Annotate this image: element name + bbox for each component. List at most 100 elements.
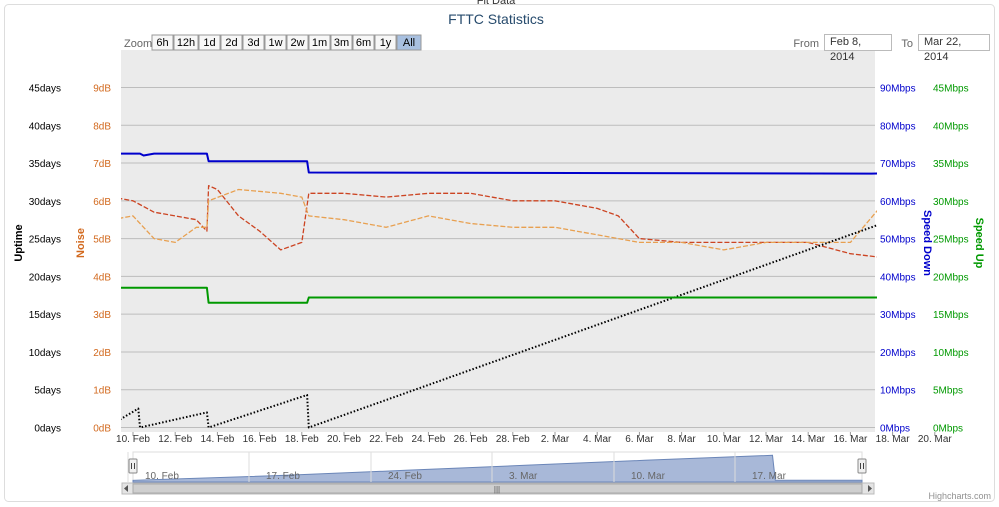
noise-tick-label: 3dB	[93, 310, 111, 321]
speed_down-tick-label: 90Mbps	[880, 84, 916, 95]
zoom-button-6h[interactable]: 6h	[151, 34, 174, 51]
uptime-tick-label: 20days	[29, 272, 61, 283]
uptime-tick-label: 10days	[29, 348, 61, 359]
zoom-button-2d[interactable]: 2d	[220, 34, 243, 51]
speed_up-tick-label: 0Mbps	[933, 424, 963, 435]
speed_down-tick-label: 50Mbps	[880, 235, 916, 246]
zoom-button-label[interactable]: 1d	[203, 37, 215, 49]
uptime-tick-label: 5days	[34, 386, 61, 397]
speed_down-tick-label: 70Mbps	[880, 159, 916, 170]
x-tick-label: 12. Mar	[749, 434, 784, 445]
noise-axis-title: Noise	[75, 228, 87, 258]
zoom-button-1m[interactable]: 1m	[308, 34, 331, 51]
credits-link[interactable]: Highcharts.com	[928, 491, 991, 501]
zoom-button-1y[interactable]: 1y	[374, 34, 397, 51]
zoom-button-label[interactable]: 6m	[356, 37, 371, 49]
x-tick-label: 6. Mar	[625, 434, 654, 445]
speed-up-axis-title: Speed Up	[973, 218, 985, 269]
zoom-label: Zoom	[124, 38, 152, 50]
chart-title: FTTC Statistics	[448, 11, 544, 27]
zoom-button-12h[interactable]: 12h	[173, 34, 199, 51]
noise-tick-label: 2dB	[93, 348, 111, 359]
chart-container: Fit Data FTTC Statistics 0days 5days 10days 1…	[0, 0, 999, 507]
uptime-tick-label: 0days	[34, 424, 61, 435]
zoom-button-2w[interactable]: 2w	[286, 34, 309, 51]
x-tick-label: 8. Mar	[667, 434, 696, 445]
zoom-button-3d[interactable]: 3d	[242, 34, 265, 51]
fttc-chart: Fit Data FTTC Statistics 0days 5days 10days 1…	[4, 0, 995, 502]
zoom-button-1d[interactable]: 1d	[198, 34, 221, 51]
noise-tick-label: 5dB	[93, 235, 111, 246]
x-tick-label: 16. Mar	[833, 434, 868, 445]
x-tick-label: 18. Feb	[285, 434, 319, 445]
zoom-button-label[interactable]: 6h	[156, 37, 168, 49]
x-tick-label: 24. Feb	[411, 434, 445, 445]
x-tick-label: 4. Mar	[583, 434, 612, 445]
zoom-button-label[interactable]: 1w	[268, 37, 282, 49]
x-tick-label: 28. Feb	[496, 434, 530, 445]
speed_up-tick-label: 30Mbps	[933, 197, 969, 208]
speed_down-tick-label: 80Mbps	[880, 121, 916, 132]
handle-body[interactable]	[128, 458, 138, 474]
x-tick-label: 2. Mar	[541, 434, 570, 445]
plot-background	[121, 50, 875, 432]
x-tick-label: 20. Feb	[327, 434, 361, 445]
noise-tick-label: 6dB	[93, 197, 111, 208]
noise-tick-label: 1dB	[93, 386, 111, 397]
noise-tick-label: 8dB	[93, 121, 111, 132]
x-tick-label: 16. Feb	[243, 434, 277, 445]
speed_down-tick-label: 0Mbps	[880, 424, 910, 435]
speed_down-tick-label: 10Mbps	[880, 386, 916, 397]
speed_up-tick-label: 25Mbps	[933, 235, 969, 246]
to-label: To	[901, 38, 913, 50]
zoom-button-label[interactable]: 12h	[177, 37, 195, 49]
zoom-button-label[interactable]: 2w	[290, 37, 304, 49]
speed_up-tick-label: 15Mbps	[933, 310, 969, 321]
x-tick-label: 14. Feb	[200, 434, 234, 445]
navigator-label: 17. Feb	[266, 471, 300, 482]
navigator-left-handle[interactable]	[128, 458, 138, 474]
x-tick-label: 10. Feb	[116, 434, 150, 445]
zoom-button-label[interactable]: 1m	[312, 37, 327, 49]
uptime-tick-label: 40days	[29, 121, 61, 132]
noise-tick-label: 9dB	[93, 84, 111, 95]
x-tick-label: 18. Mar	[876, 434, 911, 445]
uptime-tick-label: 30days	[29, 197, 61, 208]
from-label: From	[793, 38, 819, 50]
uptime-tick-label: 45days	[29, 84, 61, 95]
speed_up-tick-label: 10Mbps	[933, 348, 969, 359]
x-tick-label: 14. Mar	[791, 434, 826, 445]
x-tick-label: 20. Mar	[918, 434, 953, 445]
zoom-button-label[interactable]: All	[403, 37, 415, 49]
x-tick-label: 12. Feb	[158, 434, 192, 445]
handle-body[interactable]	[857, 458, 867, 474]
from-date-input[interactable]: Feb 8, 2014	[824, 34, 892, 63]
x-tick-label: 26. Feb	[454, 434, 488, 445]
zoom-button-All[interactable]: All	[396, 34, 422, 51]
scrollbar-grip-icon: |||	[494, 485, 500, 494]
speed_up-tick-label: 40Mbps	[933, 121, 969, 132]
speed_up-tick-label: 45Mbps	[933, 84, 969, 95]
navigator-right-handle[interactable]	[857, 458, 867, 474]
navigator-label: 10. Feb	[145, 471, 179, 482]
uptime-tick-label: 25days	[29, 235, 61, 246]
navigator-label: 10. Mar	[631, 471, 666, 482]
speed_down-tick-label: 60Mbps	[880, 197, 916, 208]
speed_down-tick-label: 20Mbps	[880, 348, 916, 359]
zoom-button-label[interactable]: 3d	[247, 37, 259, 49]
zoom-button-label[interactable]: 1y	[380, 37, 392, 49]
speed-down-axis-title: Speed Down	[921, 210, 933, 276]
zoom-button-label[interactable]: 2d	[225, 37, 237, 49]
to-date-input[interactable]: Mar 22, 2014	[918, 34, 990, 63]
navigator-label: 17. Mar	[752, 471, 787, 482]
zoom-button-3m[interactable]: 3m	[330, 34, 353, 51]
speed_up-tick-label: 20Mbps	[933, 272, 969, 283]
navigator-label: 24. Feb	[388, 471, 422, 482]
speed_up-tick-label: 5Mbps	[933, 386, 963, 397]
speed_up-tick-label: 35Mbps	[933, 159, 969, 170]
zoom-button-label[interactable]: 3m	[334, 37, 349, 49]
x-tick-label: 22. Feb	[369, 434, 403, 445]
noise-tick-label: 0dB	[93, 424, 111, 435]
zoom-button-1w[interactable]: 1w	[264, 34, 287, 51]
zoom-button-6m[interactable]: 6m	[352, 34, 375, 51]
